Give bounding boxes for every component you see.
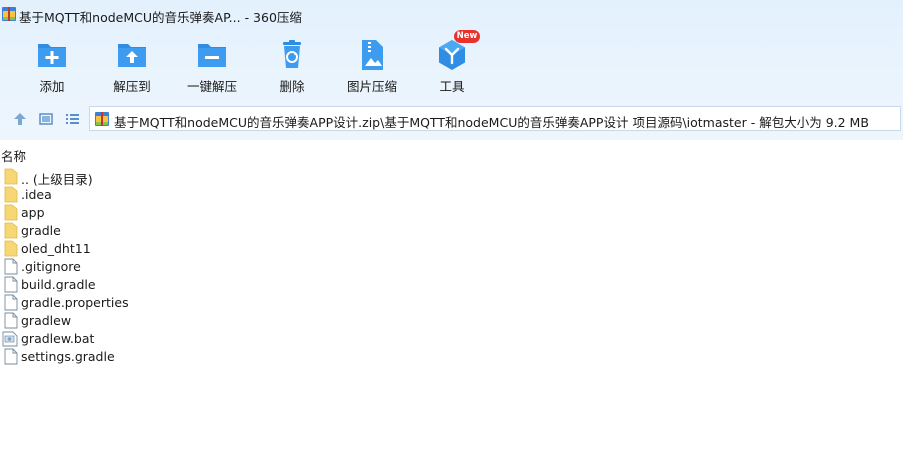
extract-folder-icon — [118, 44, 146, 67]
folder-icon — [4, 204, 18, 221]
file-name: app — [21, 205, 45, 220]
parent-directory-row[interactable]: .. (上级目录) — [0, 167, 300, 187]
list-item[interactable]: app — [0, 203, 300, 221]
batch-file-icon — [2, 331, 18, 347]
file-name: .idea — [21, 187, 52, 202]
column-header-name[interactable]: 名称 — [1, 146, 26, 165]
add-label: 添加 — [39, 79, 65, 94]
file-name: .gitignore — [21, 259, 81, 274]
folder-icon — [4, 240, 18, 257]
one-click-extract-label: 一键解压 — [186, 79, 237, 94]
folder-icon — [4, 222, 18, 239]
extract-to-button[interactable]: 解压到 — [92, 36, 172, 94]
file-name: oled_dht11 — [21, 241, 91, 256]
one-click-extract-button[interactable]: 一键解压 — [172, 36, 252, 94]
extract-to-label: 解压到 — [113, 79, 151, 94]
list-item[interactable]: gradle — [0, 221, 300, 239]
file-icon — [4, 348, 18, 365]
file-icon — [4, 258, 18, 275]
add-button[interactable]: 添加 — [12, 36, 92, 94]
new-badge: New — [454, 30, 480, 43]
title-bar[interactable]: 基于MQTT和nodeMCU的音乐弹奏AP... - 360压缩 — [0, 0, 903, 30]
file-name: settings.gradle — [21, 349, 115, 364]
folder-icon — [4, 186, 18, 203]
archive-app-icon — [2, 7, 16, 21]
path-text: 基于MQTT和nodeMCU的音乐弹奏APP设计.zip\基于MQTT和node… — [114, 115, 869, 130]
tools-button[interactable]: 工具 — [412, 36, 492, 94]
list-item[interactable]: .idea — [0, 185, 300, 203]
app-window: 基于MQTT和nodeMCU的音乐弹奏AP... - 360压缩 添加 解压到 — [0, 0, 903, 472]
thumbnail-view-icon[interactable] — [37, 110, 55, 128]
list-item[interactable]: build.gradle — [0, 275, 300, 293]
list-item[interactable]: gradlew.bat — [0, 329, 300, 347]
list-view-icon[interactable] — [63, 110, 81, 128]
list-item[interactable]: gradle.properties — [0, 293, 300, 311]
file-icon — [4, 294, 18, 311]
file-name: gradlew — [21, 313, 72, 328]
path-field[interactable]: 基于MQTT和nodeMCU的音乐弹奏APP设计.zip\基于MQTT和node… — [89, 106, 901, 131]
image-compress-button[interactable]: 图片压缩 — [332, 36, 412, 94]
tools-cube-icon — [439, 40, 465, 70]
up-arrow-icon[interactable] — [11, 110, 29, 128]
image-compress-label: 图片压缩 — [346, 79, 397, 94]
recycle-bin-icon — [283, 40, 301, 68]
delete-label: 删除 — [279, 79, 305, 94]
tools-label: 工具 — [439, 79, 465, 94]
list-item[interactable]: .gitignore — [0, 257, 300, 275]
list-item[interactable]: settings.gradle — [0, 347, 300, 365]
image-compress-icon — [362, 40, 383, 70]
address-bar: 基于MQTT和nodeMCU的音乐弹奏APP设计.zip\基于MQTT和node… — [0, 106, 903, 132]
file-name: gradle.properties — [21, 295, 129, 310]
file-icon — [4, 276, 18, 293]
window-title: 基于MQTT和nodeMCU的音乐弹奏AP... - 360压缩 — [19, 10, 302, 25]
file-icon — [4, 312, 18, 329]
file-name: gradlew.bat — [21, 331, 95, 346]
file-name: build.gradle — [21, 277, 96, 292]
list-header: 名称 — [0, 140, 903, 166]
list-item[interactable]: gradlew — [0, 311, 300, 329]
toolbar: 添加 解压到 一键解压 删除 图片压缩 工具 — [0, 36, 903, 96]
add-icon — [38, 44, 66, 67]
file-name: gradle — [21, 223, 61, 238]
delete-button[interactable]: 删除 — [252, 36, 332, 94]
archive-icon — [95, 112, 109, 126]
folder-icon — [4, 168, 18, 185]
one-click-extract-icon — [198, 44, 226, 67]
list-item[interactable]: oled_dht11 — [0, 239, 300, 257]
